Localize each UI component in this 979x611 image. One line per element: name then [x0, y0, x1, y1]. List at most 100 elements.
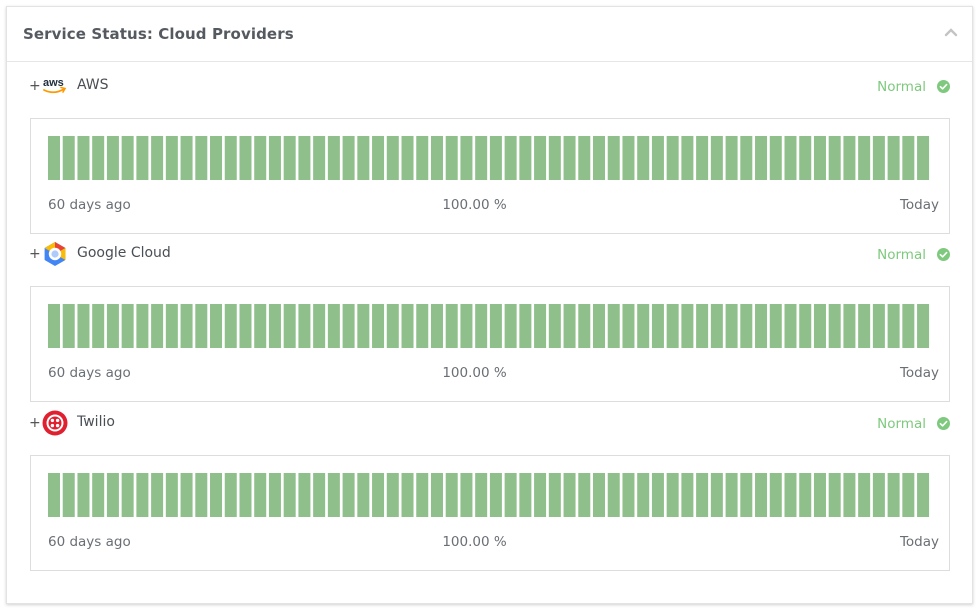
uptime-day-bar[interactable] [725, 136, 738, 180]
expand-toggle[interactable]: + [29, 78, 41, 94]
uptime-day-bar[interactable] [62, 136, 75, 180]
uptime-day-bar[interactable] [593, 136, 606, 180]
uptime-day-bar[interactable] [313, 136, 326, 180]
uptime-day-bar[interactable] [872, 473, 885, 517]
uptime-day-bar[interactable] [755, 304, 768, 348]
uptime-day-bar[interactable] [917, 473, 930, 517]
uptime-day-bar[interactable] [755, 136, 768, 180]
uptime-day-bar[interactable] [637, 473, 650, 517]
uptime-day-bar[interactable] [710, 304, 723, 348]
uptime-day-bar[interactable] [254, 473, 267, 517]
uptime-day-bar[interactable] [92, 473, 105, 517]
uptime-day-bar[interactable] [578, 136, 591, 180]
uptime-day-bar[interactable] [136, 473, 149, 517]
uptime-day-bar[interactable] [327, 136, 340, 180]
uptime-day-bar[interactable] [725, 473, 738, 517]
uptime-day-bar[interactable] [401, 304, 414, 348]
uptime-day-bar[interactable] [268, 304, 281, 348]
uptime-day-bar[interactable] [195, 136, 208, 180]
uptime-day-bar[interactable] [327, 473, 340, 517]
uptime-day-bar[interactable] [151, 304, 164, 348]
uptime-day-bar[interactable] [298, 473, 311, 517]
uptime-day-bar[interactable] [165, 136, 178, 180]
uptime-day-bar[interactable] [519, 136, 532, 180]
uptime-day-bar[interactable] [784, 136, 797, 180]
uptime-day-bar[interactable] [769, 473, 782, 517]
uptime-day-bar[interactable] [593, 304, 606, 348]
uptime-day-bar[interactable] [121, 136, 134, 180]
uptime-day-bar[interactable] [165, 473, 178, 517]
uptime-day-bar[interactable] [902, 473, 915, 517]
uptime-day-bar[interactable] [696, 473, 709, 517]
uptime-day-bar[interactable] [607, 473, 620, 517]
uptime-day-bar[interactable] [784, 304, 797, 348]
uptime-day-bar[interactable] [651, 136, 664, 180]
service-name[interactable]: AWS [77, 77, 109, 93]
uptime-day-bar[interactable] [239, 473, 252, 517]
uptime-day-bar[interactable] [48, 304, 60, 348]
uptime-day-bar[interactable] [92, 304, 105, 348]
uptime-day-bar[interactable] [357, 304, 370, 348]
uptime-day-bar[interactable] [475, 304, 488, 348]
uptime-day-bar[interactable] [62, 473, 75, 517]
uptime-day-bar[interactable] [298, 136, 311, 180]
uptime-day-bar[interactable] [416, 473, 429, 517]
uptime-day-bar[interactable] [460, 473, 473, 517]
uptime-day-bar[interactable] [372, 304, 385, 348]
uptime-day-bar[interactable] [210, 304, 223, 348]
uptime-day-bar[interactable] [165, 304, 178, 348]
chevron-up-icon[interactable] [944, 27, 958, 37]
uptime-day-bar[interactable] [593, 473, 606, 517]
uptime-day-bar[interactable] [313, 473, 326, 517]
uptime-day-bar[interactable] [180, 473, 193, 517]
uptime-day-bar[interactable] [666, 136, 679, 180]
uptime-day-bar[interactable] [268, 136, 281, 180]
uptime-day-bar[interactable] [342, 473, 355, 517]
uptime-day-bar[interactable] [858, 473, 871, 517]
uptime-day-bar[interactable] [651, 473, 664, 517]
uptime-day-bar[interactable] [681, 136, 694, 180]
uptime-day-bar[interactable] [696, 136, 709, 180]
uptime-day-bar[interactable] [740, 473, 753, 517]
uptime-day-bar[interactable] [813, 473, 826, 517]
uptime-day-bar[interactable] [195, 304, 208, 348]
uptime-day-bar[interactable] [121, 304, 134, 348]
uptime-day-bar[interactable] [151, 136, 164, 180]
uptime-day-bar[interactable] [445, 136, 458, 180]
uptime-day-bar[interactable] [637, 304, 650, 348]
uptime-day-bar[interactable] [136, 304, 149, 348]
uptime-day-bar[interactable] [622, 304, 635, 348]
uptime-day-bar[interactable] [534, 473, 547, 517]
uptime-day-bar[interactable] [239, 304, 252, 348]
uptime-day-bar[interactable] [372, 473, 385, 517]
uptime-day-bar[interactable] [445, 304, 458, 348]
uptime-day-bar[interactable] [386, 304, 399, 348]
uptime-day-bar[interactable] [136, 136, 149, 180]
uptime-day-bar[interactable] [725, 304, 738, 348]
uptime-day-bar[interactable] [828, 473, 841, 517]
uptime-day-bar[interactable] [710, 473, 723, 517]
uptime-day-bar[interactable] [563, 136, 576, 180]
uptime-day-bar[interactable] [283, 304, 296, 348]
uptime-day-bar[interactable] [342, 136, 355, 180]
uptime-day-bar[interactable] [313, 304, 326, 348]
uptime-day-bar[interactable] [372, 136, 385, 180]
uptime-day-bar[interactable] [77, 136, 90, 180]
uptime-day-bar[interactable] [475, 136, 488, 180]
uptime-day-bar[interactable] [828, 136, 841, 180]
uptime-day-bar[interactable] [799, 304, 812, 348]
uptime-day-bar[interactable] [430, 136, 443, 180]
uptime-day-bar[interactable] [121, 473, 134, 517]
uptime-day-bar[interactable] [681, 304, 694, 348]
uptime-day-bar[interactable] [504, 304, 517, 348]
uptime-day-bar[interactable] [917, 304, 930, 348]
service-name[interactable]: Twilio [77, 414, 115, 430]
uptime-day-bar[interactable] [401, 473, 414, 517]
uptime-day-bar[interactable] [563, 304, 576, 348]
uptime-day-bar[interactable] [740, 136, 753, 180]
uptime-day-bar[interactable] [475, 473, 488, 517]
uptime-day-bar[interactable] [917, 136, 930, 180]
uptime-day-bar[interactable] [769, 304, 782, 348]
uptime-day-bar[interactable] [224, 473, 237, 517]
uptime-day-bar[interactable] [239, 136, 252, 180]
